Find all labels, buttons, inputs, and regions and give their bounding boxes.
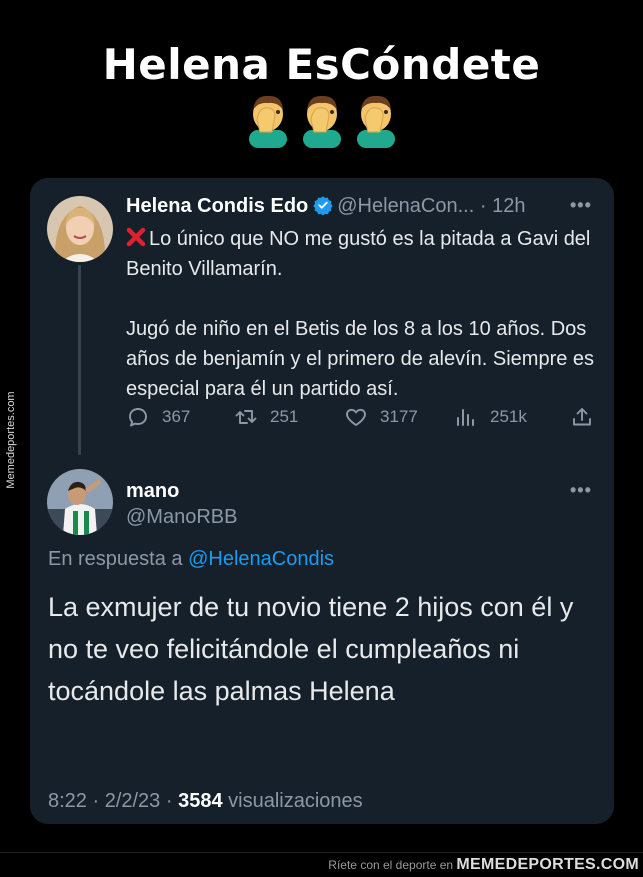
reply-more-options[interactable]: ••• (570, 480, 592, 501)
tweet-text-line2: Jugó de niño en el Betis de los 8 a los … (126, 318, 595, 400)
reply-author-handle[interactable]: @ManoRBB (126, 506, 237, 529)
footer-watermark: Ríete con el deporte en MEMEDEPORTES.COM (328, 856, 639, 874)
tweet-text-line1: Lo único que NO me gustó es la pitada a … (126, 228, 591, 280)
heart-icon (346, 408, 366, 426)
in-reply-to: En respuesta a @HelenaCondis (48, 548, 334, 571)
retweet-action[interactable]: 251 (234, 405, 298, 429)
reply-action[interactable]: 367 (126, 405, 190, 429)
reply-meta: 8:22 · 2/2/23 · 3584 visualizaciones (48, 790, 363, 813)
helena-avatar[interactable] (47, 196, 113, 262)
footer-watermark-brand[interactable]: MEMEDEPORTES.COM (456, 856, 639, 873)
reply-icon (129, 408, 147, 427)
cross-mark-icon (126, 227, 146, 247)
in-reply-prefix: En respuesta a (48, 548, 183, 570)
reply-count: 367 (162, 407, 191, 426)
tweet-more-options[interactable]: ••• (570, 195, 592, 216)
man-facepalming-icon (248, 95, 287, 148)
reply-view-count: 3584 (178, 790, 223, 812)
side-watermark-text: Memedeportes.com (5, 391, 17, 489)
mano-avatar[interactable] (47, 469, 113, 535)
views-count: 251k (490, 407, 527, 426)
tweet-actions-bar: 367 251 3177 251k (126, 405, 598, 435)
like-action[interactable]: 3177 (344, 405, 418, 429)
reply-view-label: visualizaciones (228, 790, 363, 812)
tweet-author-handle[interactable]: @HelenaCon... (337, 195, 474, 217)
share-action[interactable] (570, 405, 594, 429)
tweet-author-name[interactable]: Helena Condis Edo (126, 195, 308, 217)
share-icon (573, 408, 591, 426)
in-reply-mention-link[interactable]: @HelenaCondis (188, 548, 334, 570)
reply-timestamp[interactable]: 8:22 · 2/2/23 · (48, 790, 173, 812)
like-count: 3177 (380, 407, 418, 426)
thread-connector-line (78, 265, 81, 455)
tweet-body: Lo único que NO me gustó es la pitada a … (126, 224, 596, 404)
side-watermark: Memedeportes.com (4, 380, 18, 500)
man-facepalming-icon (356, 95, 395, 148)
reply-body: La exmujer de tu novio tiene 2 hijos con… (48, 592, 574, 706)
man-facepalming-icon (302, 95, 341, 148)
meme-title: Helena EsCóndete (102, 40, 541, 89)
views-action[interactable]: 251k (454, 405, 527, 429)
tweet-header: Helena Condis Edo @HelenaCon... · 12h (126, 195, 525, 218)
tweet-timestamp[interactable]: · 12h (480, 195, 526, 217)
facepalm-emoji-row (0, 92, 643, 148)
footer-watermark-prefix: Ríete con el deporte en (328, 858, 454, 872)
views-chart-icon (457, 409, 474, 426)
verified-badge-icon (313, 196, 333, 215)
retweet-count: 251 (270, 407, 299, 426)
reply-author-name[interactable]: mano (126, 480, 179, 503)
retweet-icon (235, 410, 257, 424)
